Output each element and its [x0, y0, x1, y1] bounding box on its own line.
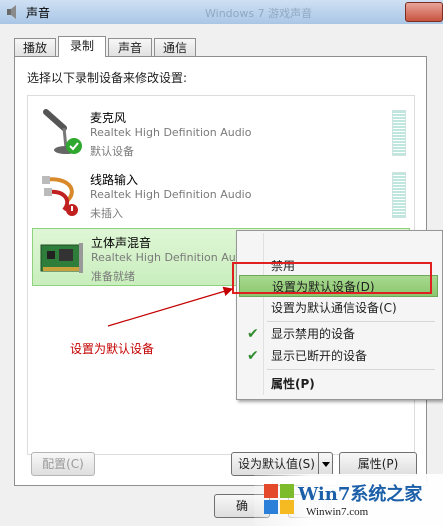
close-button[interactable]: [405, 2, 443, 22]
menu-item-show-disconnected[interactable]: ✔ 显示已断开的设备: [239, 345, 438, 367]
device-name: 立体声混音: [91, 236, 152, 250]
checkmark-icon: ✔: [247, 348, 259, 364]
device-driver: Realtek High Definition Audio: [90, 126, 252, 139]
menu-item-set-default-comm[interactable]: 设置为默认通信设备(C): [239, 297, 438, 319]
chevron-down-icon[interactable]: [318, 453, 333, 475]
device-driver: Realtek High Definition Audio: [90, 188, 252, 201]
menu-item-set-default[interactable]: 设置为默认设备(D): [239, 275, 438, 297]
tab-sounds[interactable]: 声音: [108, 38, 152, 56]
set-default-label: 设为默认值(S): [238, 457, 315, 471]
device-microphone[interactable]: 麦克风 Realtek High Definition Audio 默认设备: [32, 104, 410, 162]
window-title: 声音: [26, 6, 51, 20]
tab-recording[interactable]: 录制: [58, 36, 106, 57]
sound-card-icon: [40, 243, 83, 273]
menu-item-label: 显示已断开的设备: [271, 349, 368, 363]
speaker-icon: [7, 5, 16, 19]
title-bar: 声音 Windows 7 游戏声音: [0, 0, 443, 25]
device-driver: Realtek High Definition Audio: [91, 251, 253, 264]
context-menu: 禁用 设置为默认设备(D) 设置为默认通信设备(C) ✔ 显示禁用的设备 ✔ 显…: [236, 230, 443, 400]
configure-button[interactable]: 配置(C): [31, 452, 95, 476]
device-name: 麦克风: [90, 111, 127, 125]
menu-item-label: 显示禁用的设备: [271, 327, 356, 341]
windows-logo-icon: [264, 484, 294, 514]
device-name: 线路输入: [90, 173, 139, 187]
menu-item-properties[interactable]: 属性(P): [239, 373, 438, 395]
device-status: 准备就绪: [91, 270, 135, 283]
device-status: 默认设备: [90, 145, 134, 158]
microphone-icon: [43, 109, 82, 154]
instruction-text: 选择以下录制设备来修改设置:: [27, 71, 188, 85]
set-default-button[interactable]: 设为默认值(S): [231, 452, 333, 476]
level-meter: [392, 110, 406, 156]
watermark-brand: Win7系统之家: [298, 484, 423, 505]
properties-button[interactable]: 属性(P): [339, 452, 417, 476]
tab-playback[interactable]: 播放: [14, 38, 56, 56]
menu-item-disable[interactable]: 禁用: [239, 255, 438, 277]
checkmark-icon: ✔: [247, 326, 259, 342]
menu-separator: [267, 321, 435, 322]
menu-separator: [267, 369, 435, 370]
line-in-icon: [42, 176, 78, 216]
watermark: Win7系统之家 Winwin7.com: [254, 474, 443, 526]
background-window-title: Windows 7 游戏声音: [205, 7, 313, 20]
device-line-in[interactable]: 线路输入 Realtek High Definition Audio 未插入: [32, 166, 410, 224]
annotation-label: 设置为默认设备: [70, 342, 155, 356]
menu-item-show-disabled[interactable]: ✔ 显示禁用的设备: [239, 323, 438, 345]
watermark-url: Winwin7.com: [306, 506, 369, 518]
device-status: 未插入: [90, 207, 123, 220]
tab-communications[interactable]: 通信: [154, 38, 196, 56]
level-meter: [392, 172, 406, 218]
